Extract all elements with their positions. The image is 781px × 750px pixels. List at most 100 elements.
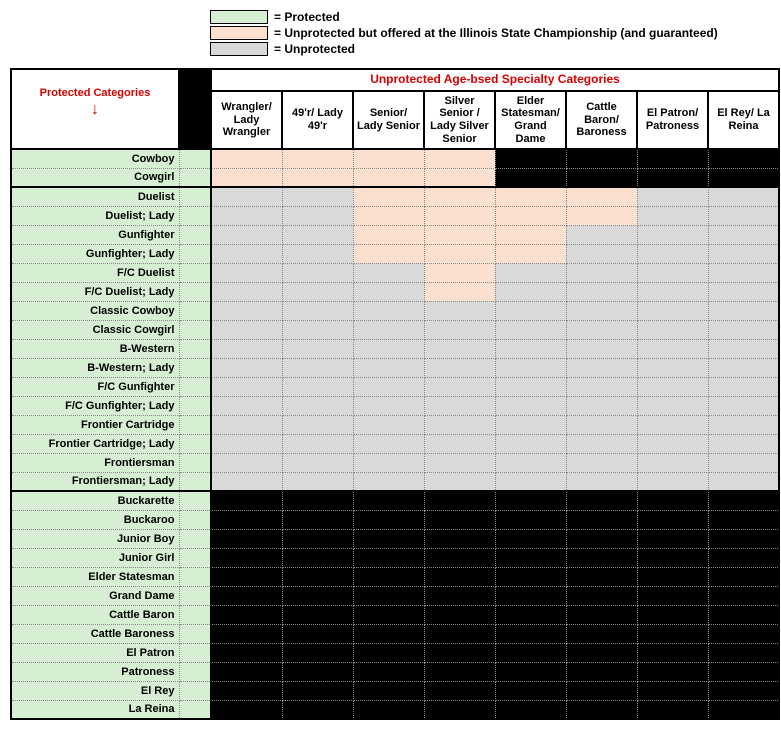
- row-gap: [179, 548, 211, 567]
- cell-unprot: [495, 415, 566, 434]
- row-label: Duelist: [11, 187, 179, 206]
- cell-unprot: [708, 377, 779, 396]
- cell-unprot: [566, 301, 637, 320]
- row-label: Classic Cowboy: [11, 301, 179, 320]
- header-col-1: 49'r/ Lady 49'r: [282, 91, 353, 150]
- cell-unprot: [637, 415, 708, 434]
- cell-unprot: [495, 339, 566, 358]
- swatch-unprotected: [210, 42, 268, 56]
- row-label: Frontiersman: [11, 453, 179, 472]
- cell-black: [566, 662, 637, 681]
- table-row: La Reina: [11, 700, 779, 719]
- cell-unprot: [211, 206, 282, 225]
- cell-black: [424, 529, 495, 548]
- cell-unprot: [424, 396, 495, 415]
- cell-black: [708, 681, 779, 700]
- cell-black: [211, 681, 282, 700]
- cell-black: [566, 605, 637, 624]
- cell-black: [708, 529, 779, 548]
- cell-black: [353, 586, 424, 605]
- row-label: Cattle Baron: [11, 605, 179, 624]
- cell-black: [282, 567, 353, 586]
- cell-black: [353, 624, 424, 643]
- header-col-5: Cattle Baron/ Baroness: [566, 91, 637, 150]
- cell-unprot: [708, 206, 779, 225]
- cell-black: [566, 643, 637, 662]
- cell-black: [495, 529, 566, 548]
- cell-unprot: [211, 301, 282, 320]
- row-label: Cattle Baroness: [11, 624, 179, 643]
- row-gap: [179, 282, 211, 301]
- table-row: B-Western: [11, 339, 779, 358]
- cell-unprot: [353, 263, 424, 282]
- cell-offered: [424, 149, 495, 168]
- row-gap: [179, 491, 211, 510]
- cell-black: [566, 510, 637, 529]
- cell-unprot: [637, 453, 708, 472]
- table-row: Classic Cowgirl: [11, 320, 779, 339]
- cell-unprot: [708, 225, 779, 244]
- cell-offered: [211, 149, 282, 168]
- table-row: Cattle Baroness: [11, 624, 779, 643]
- cell-black: [424, 700, 495, 719]
- cell-black: [424, 567, 495, 586]
- cell-offered: [495, 225, 566, 244]
- row-gap: [179, 377, 211, 396]
- cell-black: [211, 643, 282, 662]
- cell-black: [637, 168, 708, 187]
- cell-black: [495, 491, 566, 510]
- cell-unprot: [637, 434, 708, 453]
- legend-row-offered: = Unprotected but offered at the Illinoi…: [210, 26, 771, 40]
- row-gap: [179, 434, 211, 453]
- table-row: Junior Boy: [11, 529, 779, 548]
- cell-black: [282, 643, 353, 662]
- cell-black: [708, 662, 779, 681]
- cell-unprot: [353, 282, 424, 301]
- cell-black: [282, 662, 353, 681]
- cell-black: [282, 510, 353, 529]
- cell-unprot: [282, 225, 353, 244]
- cell-black: [495, 510, 566, 529]
- row-gap: [179, 681, 211, 700]
- cell-offered: [353, 225, 424, 244]
- cell-unprot: [708, 301, 779, 320]
- cell-black: [282, 491, 353, 510]
- table-row: Cowboy: [11, 149, 779, 168]
- cell-unprot: [637, 396, 708, 415]
- cell-unprot: [282, 339, 353, 358]
- cell-black: [637, 662, 708, 681]
- row-gap: [179, 567, 211, 586]
- cell-offered: [353, 187, 424, 206]
- cell-unprot: [424, 415, 495, 434]
- row-label: Duelist; Lady: [11, 206, 179, 225]
- cell-offered: [353, 168, 424, 187]
- cell-unprot: [566, 472, 637, 491]
- cell-unprot: [353, 301, 424, 320]
- legend: = Protected = Unprotected but offered at…: [210, 10, 771, 56]
- cell-unprot: [211, 282, 282, 301]
- cell-black: [211, 700, 282, 719]
- cell-unprot: [637, 187, 708, 206]
- cell-black: [424, 681, 495, 700]
- cell-unprot: [211, 339, 282, 358]
- cell-black: [495, 681, 566, 700]
- table-row: F/C Gunfighter; Lady: [11, 396, 779, 415]
- table-row: Cowgirl: [11, 168, 779, 187]
- cell-unprot: [282, 453, 353, 472]
- cell-black: [282, 605, 353, 624]
- cell-black: [495, 548, 566, 567]
- cell-unprot: [637, 225, 708, 244]
- cell-offered: [424, 168, 495, 187]
- cell-black: [282, 529, 353, 548]
- cell-black: [211, 529, 282, 548]
- header-protected-categories: Protected Categories ↓: [11, 69, 179, 149]
- row-gap: [179, 624, 211, 643]
- cell-unprot: [353, 415, 424, 434]
- cell-offered: [495, 244, 566, 263]
- row-gap: [179, 510, 211, 529]
- cell-unprot: [495, 396, 566, 415]
- cell-black: [637, 491, 708, 510]
- cell-black: [424, 662, 495, 681]
- row-label: Junior Boy: [11, 529, 179, 548]
- cell-unprot: [708, 282, 779, 301]
